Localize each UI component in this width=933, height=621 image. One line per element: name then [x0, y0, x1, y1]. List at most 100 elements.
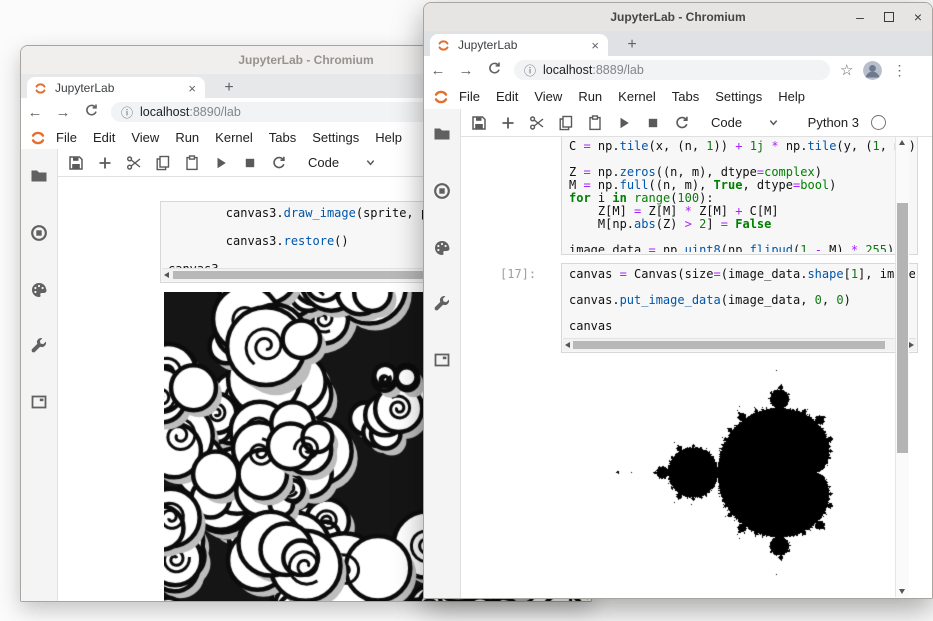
maximize-button[interactable] — [881, 9, 897, 25]
tools-wrench-icon[interactable] — [433, 295, 451, 313]
profile-avatar[interactable] — [863, 61, 882, 80]
code-token: = — [583, 140, 590, 153]
menu-item-edit[interactable]: Edit — [93, 130, 115, 145]
scroll-right-icon[interactable] — [909, 342, 914, 348]
chevron-down-icon[interactable] — [365, 157, 376, 168]
open-tabs-icon[interactable] — [30, 393, 48, 411]
notebook-vertical-scrollbar[interactable] — [895, 137, 909, 597]
cell-code[interactable]: C = np.tile(x, (n, 1)) + 1j * np.tile(y,… — [569, 140, 915, 252]
forward-icon[interactable]: → — [49, 104, 77, 121]
open-tabs-icon[interactable] — [433, 351, 451, 369]
palette-icon[interactable] — [433, 239, 451, 257]
code-token: = — [583, 165, 590, 179]
site-info-icon[interactable]: ⓘ — [121, 104, 133, 121]
menu-item-file[interactable]: File — [459, 89, 480, 104]
reload-icon[interactable] — [77, 103, 105, 122]
code-token: (np. — [721, 243, 750, 252]
forward-icon[interactable]: → — [452, 62, 480, 79]
stop-icon[interactable] — [645, 115, 661, 131]
code-token — [807, 243, 814, 252]
reload-icon[interactable] — [480, 61, 508, 80]
menu-item-tabs[interactable]: Tabs — [269, 130, 296, 145]
running-sessions-icon[interactable] — [433, 182, 451, 200]
code-token: = — [714, 268, 721, 281]
menu-item-run[interactable]: Run — [578, 89, 602, 104]
restart-kernel-icon[interactable] — [271, 155, 287, 171]
back-icon[interactable]: ← — [424, 62, 452, 79]
menu-item-help[interactable]: Help — [778, 89, 805, 104]
add-cell-icon[interactable] — [500, 115, 516, 131]
menu-item-view[interactable]: View — [534, 89, 562, 104]
tab-close-icon[interactable]: × — [588, 38, 602, 53]
cell-type-dropdown[interactable]: Code — [711, 115, 742, 130]
code-token: 100 — [677, 191, 699, 205]
cut-icon[interactable] — [126, 155, 142, 171]
cut-icon[interactable] — [529, 115, 545, 131]
scrollbar-thumb[interactable] — [573, 341, 885, 349]
browser-tab-jupyterlab[interactable]: JupyterLab × — [430, 34, 608, 56]
scroll-down-icon[interactable] — [899, 589, 905, 594]
menu-item-kernel[interactable]: Kernel — [215, 130, 253, 145]
code-token: ) — [815, 165, 822, 179]
tools-wrench-icon[interactable] — [30, 337, 48, 355]
cell-type-dropdown[interactable]: Code — [308, 155, 339, 170]
menu-item-file[interactable]: File — [56, 130, 77, 145]
restart-kernel-icon[interactable] — [674, 115, 690, 131]
code-cell[interactable]: C = np.tile(x, (n, 1)) + 1j * np.tile(y,… — [561, 137, 918, 255]
run-icon[interactable] — [616, 115, 632, 131]
code-token: zeros — [620, 165, 656, 179]
save-icon[interactable] — [471, 115, 487, 131]
menu-items: File Edit View Run Kernel Tabs Settings Help — [459, 89, 821, 104]
save-icon[interactable] — [68, 155, 84, 171]
copy-icon[interactable] — [558, 115, 574, 131]
chevron-down-icon[interactable] — [768, 117, 779, 128]
browser-menu-icon[interactable]: ⋮ — [892, 62, 906, 79]
minimize-button[interactable]: – — [852, 9, 868, 25]
scroll-left-icon[interactable] — [164, 272, 169, 278]
tab-close-icon[interactable]: × — [185, 81, 199, 96]
address-bar[interactable]: ⓘ localhost :8889/lab — [514, 60, 830, 80]
paste-icon[interactable] — [587, 115, 603, 131]
cell-horizontal-scrollbar[interactable] — [563, 338, 916, 351]
menu-item-view[interactable]: View — [131, 130, 159, 145]
running-sessions-icon[interactable] — [30, 224, 48, 242]
paste-icon[interactable] — [184, 155, 200, 171]
run-icon[interactable] — [213, 155, 229, 171]
code-token: canvas3. — [168, 206, 284, 220]
menu-item-help[interactable]: Help — [375, 130, 402, 145]
scrollbar-thumb[interactable] — [897, 203, 908, 453]
front-window-titlebar[interactable]: JupyterLab - Chromium – × — [424, 3, 932, 32]
copy-icon[interactable] — [155, 155, 171, 171]
scroll-up-icon[interactable] — [899, 140, 905, 145]
code-token: canvas3. — [168, 234, 284, 248]
folder-icon[interactable] — [30, 167, 48, 185]
scroll-left-icon[interactable] — [565, 342, 570, 348]
add-cell-icon[interactable] — [97, 155, 113, 171]
code-token: flipud — [750, 243, 793, 252]
code-token: uint8 — [685, 243, 721, 252]
stop-icon[interactable] — [242, 155, 258, 171]
menu-item-settings[interactable]: Settings — [715, 89, 762, 104]
site-info-icon[interactable]: ⓘ — [524, 62, 536, 79]
code-cell[interactable]: canvas = Canvas(size=(image_data.shape[1… — [561, 263, 918, 353]
close-button[interactable]: × — [910, 9, 926, 25]
new-tab-button[interactable]: + — [620, 34, 644, 56]
menu-item-tabs[interactable]: Tabs — [672, 89, 699, 104]
menu-item-kernel[interactable]: Kernel — [618, 89, 656, 104]
back-icon[interactable]: ← — [21, 104, 49, 121]
menu-item-run[interactable]: Run — [175, 130, 199, 145]
kernel-name[interactable]: Python 3 — [808, 115, 859, 130]
code-line: canvas — [569, 320, 915, 333]
code-token: = — [583, 178, 590, 192]
menu-item-settings[interactable]: Settings — [312, 130, 359, 145]
browser-tab-jupyterlab[interactable]: JupyterLab × — [27, 77, 205, 99]
menu-items: File Edit View Run Kernel Tabs Settings Help — [56, 130, 418, 145]
code-token: image_data — [569, 243, 648, 252]
scrollbar-thumb[interactable] — [173, 271, 450, 279]
bookmark-star-icon[interactable]: ☆ — [840, 61, 853, 79]
code-token: * — [851, 243, 858, 252]
folder-icon[interactable] — [433, 125, 451, 143]
menu-item-edit[interactable]: Edit — [496, 89, 518, 104]
palette-icon[interactable] — [30, 281, 48, 299]
new-tab-button[interactable]: + — [217, 77, 241, 99]
